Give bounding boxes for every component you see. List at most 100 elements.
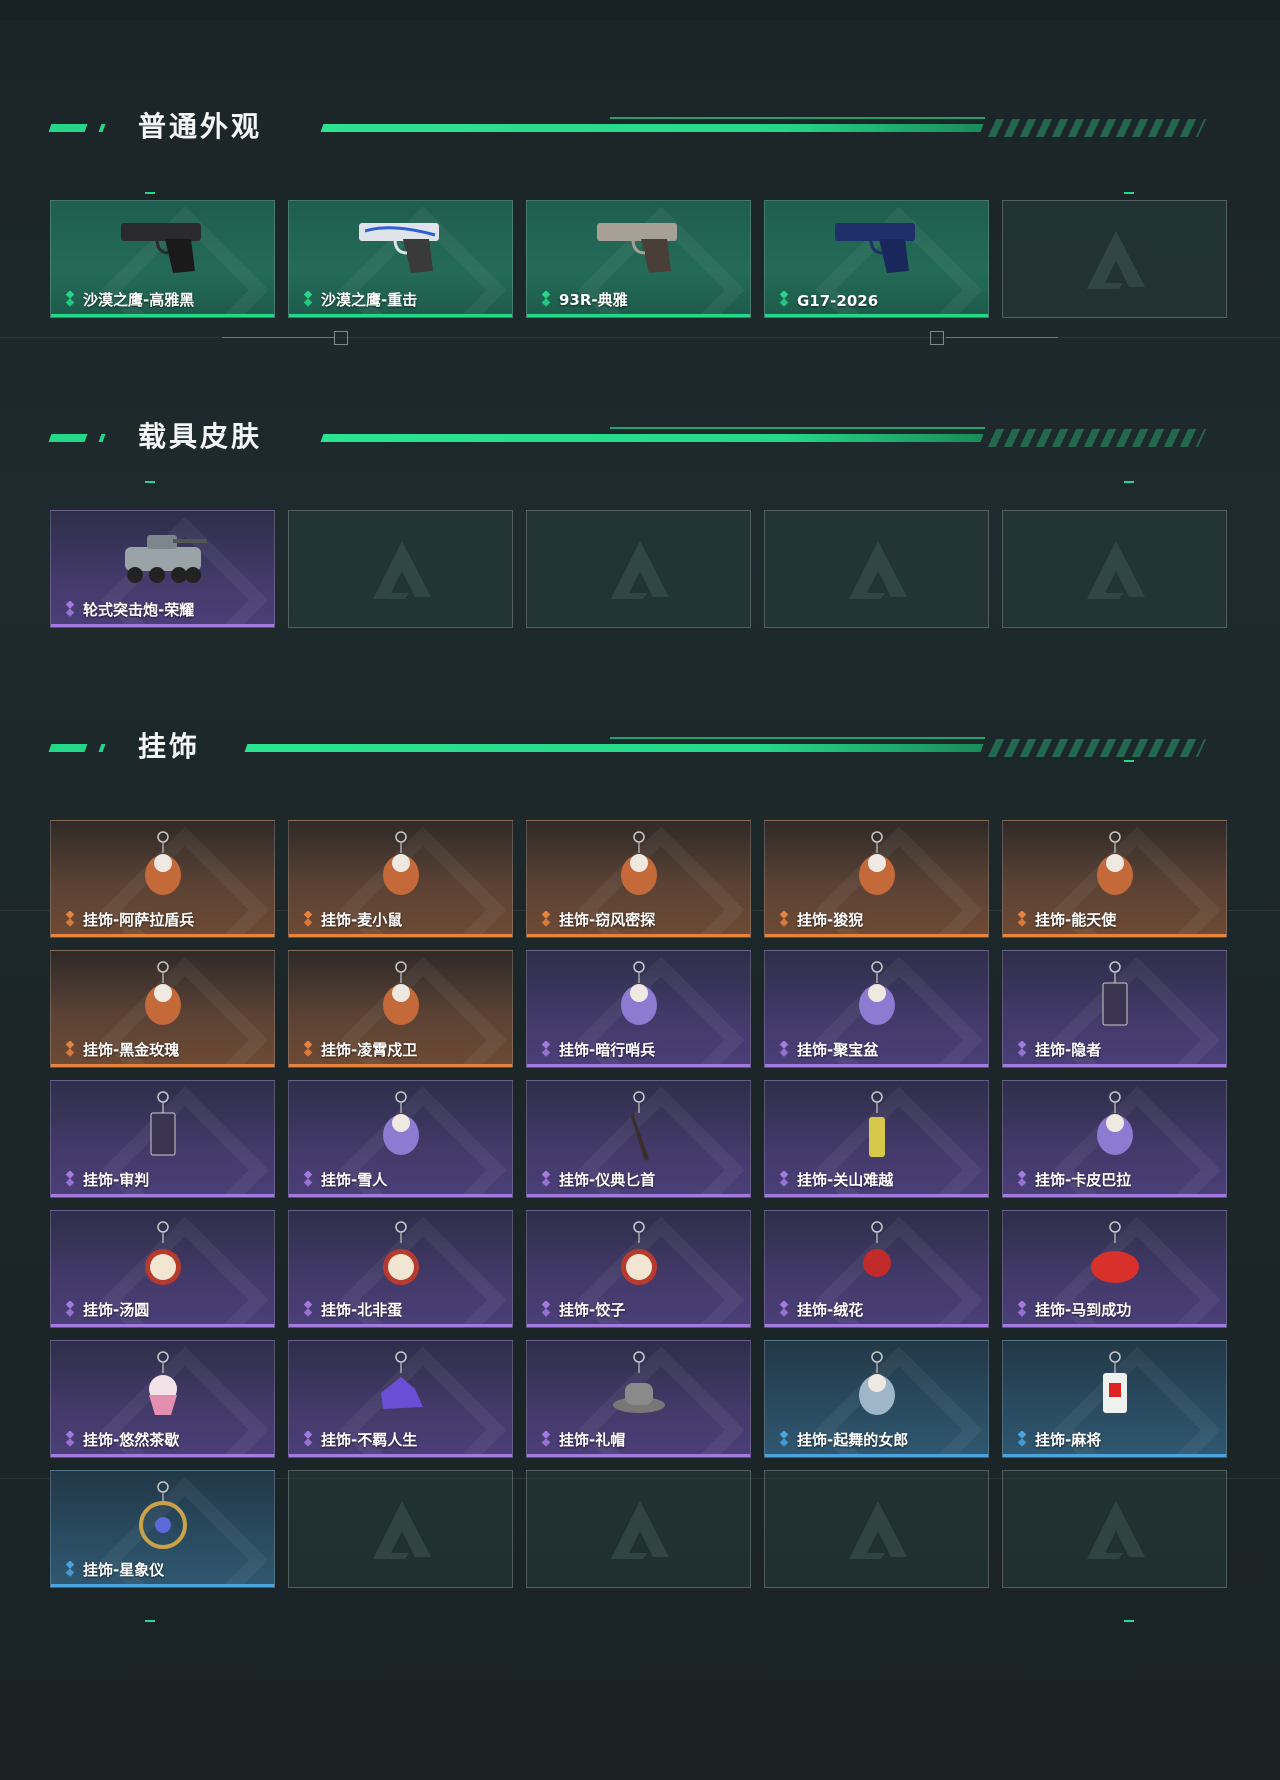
item-card[interactable]: 挂饰-暗行哨兵 (526, 950, 751, 1068)
section-title: 载具皮肤 (138, 420, 263, 453)
item-card[interactable]: 挂饰-饺子 (526, 1210, 751, 1328)
rarity-gem-icon (539, 1040, 555, 1057)
rarity-gem-icon (301, 910, 317, 927)
item-label: 挂饰-悠然茶歇 (83, 1431, 180, 1449)
rarity-gem-icon (301, 1040, 317, 1057)
item-label: 挂饰-能天使 (1035, 911, 1117, 929)
corner-tick (1124, 1620, 1134, 1622)
header-dash (48, 434, 88, 442)
item-label: G17-2026 (797, 292, 879, 310)
charm-dancer-icon (827, 1349, 927, 1429)
item-label: 挂饰-汤圆 (83, 1301, 150, 1319)
item-label: 挂饰-聚宝盆 (797, 1041, 879, 1059)
empty-item-slot (1002, 510, 1227, 628)
item-card[interactable]: 挂饰-审判 (50, 1080, 275, 1198)
item-label: 挂饰-马到成功 (1035, 1301, 1132, 1319)
charm-yellow-tube-icon (827, 1089, 927, 1169)
item-label: 挂饰-雪人 (321, 1171, 388, 1189)
empty-slot-logo-icon (845, 1497, 911, 1563)
rarity-gem-icon (777, 290, 793, 307)
item-card[interactable]: 挂饰-麦小鼠 (288, 820, 513, 938)
item-card[interactable]: 挂饰-悠然茶歇 (50, 1340, 275, 1458)
item-label: 挂饰-暗行哨兵 (559, 1041, 656, 1059)
section-header: 挂饰 (0, 727, 1280, 767)
rarity-underline (1003, 1324, 1226, 1327)
item-card[interactable]: 挂饰-聚宝盆 (764, 950, 989, 1068)
header-bar-thin (610, 737, 985, 739)
item-label: 挂饰-北非蛋 (321, 1301, 403, 1319)
charm-hermit-card-icon (1065, 959, 1165, 1039)
charm-snowman-icon (351, 1089, 451, 1169)
rarity-underline (289, 314, 512, 317)
timeline-square (930, 331, 944, 345)
header-dash (48, 744, 88, 752)
rarity-gem-icon (777, 1170, 793, 1187)
empty-slot-logo-icon (369, 537, 435, 603)
divider-line (0, 337, 1280, 338)
charm-velvet-flower-icon (827, 1219, 927, 1299)
charm-hat-icon (589, 1349, 689, 1429)
item-card[interactable]: G17-2026 (764, 200, 989, 318)
item-card[interactable]: 挂饰-卡皮巴拉 (1002, 1080, 1227, 1198)
rarity-gem-icon (539, 1300, 555, 1317)
item-card[interactable]: 挂饰-狻猊 (764, 820, 989, 938)
corner-tick (145, 192, 155, 194)
item-card[interactable]: 93R-典雅 (526, 200, 751, 318)
charm-black-rose-icon (113, 959, 213, 1039)
rarity-gem-icon (301, 1430, 317, 1447)
item-card[interactable]: 挂饰-黑金玫瑰 (50, 950, 275, 1068)
rarity-gem-icon (301, 1300, 317, 1317)
item-card[interactable]: 挂饰-能天使 (1002, 820, 1227, 938)
item-card[interactable]: 挂饰-窃风密探 (526, 820, 751, 938)
rarity-underline (289, 1454, 512, 1457)
header-bar-thin (610, 117, 985, 119)
empty-item-slot (526, 1470, 751, 1588)
item-card[interactable]: 挂饰-星象仪 (50, 1470, 275, 1588)
rarity-gem-icon (301, 1170, 317, 1187)
item-card[interactable]: 挂饰-关山难越 (764, 1080, 989, 1198)
item-card[interactable]: 挂饰-不羁人生 (288, 1340, 513, 1458)
rarity-gem-icon (1015, 910, 1031, 927)
item-card[interactable]: 挂饰-阿萨拉盾兵 (50, 820, 275, 938)
top-band (0, 0, 1280, 20)
rarity-gem-icon (777, 1040, 793, 1057)
charm-shield-soldier-icon (113, 829, 213, 909)
item-card[interactable]: 沙漠之鹰-高雅黑 (50, 200, 275, 318)
rarity-underline (1003, 1454, 1226, 1457)
item-card[interactable]: 挂饰-起舞的女郎 (764, 1340, 989, 1458)
empty-slot-logo-icon (607, 537, 673, 603)
rarity-gem-icon (777, 1430, 793, 1447)
item-label: 挂饰-仪典匕首 (559, 1171, 656, 1189)
charm-dagger-icon (589, 1089, 689, 1169)
pistol-g17-blue-icon (827, 209, 927, 289)
item-card[interactable]: 挂饰-汤圆 (50, 1210, 275, 1328)
item-card[interactable]: 挂饰-北非蛋 (288, 1210, 513, 1328)
item-card[interactable]: 挂饰-雪人 (288, 1080, 513, 1198)
charm-judgement-card-icon (113, 1089, 213, 1169)
rarity-underline (289, 934, 512, 937)
rarity-underline (289, 1324, 512, 1327)
item-label: 沙漠之鹰-高雅黑 (83, 291, 195, 309)
charm-sentinel-icon (589, 959, 689, 1039)
item-card[interactable]: 沙漠之鹰-重击 (288, 200, 513, 318)
item-card[interactable]: 轮式突击炮-荣耀 (50, 510, 275, 628)
pistol-93r-icon (589, 209, 689, 289)
corner-tick (145, 1620, 155, 1622)
rarity-gem-icon (1015, 1040, 1031, 1057)
item-card[interactable]: 挂饰-仪典匕首 (526, 1080, 751, 1198)
item-card[interactable]: 挂饰-礼帽 (526, 1340, 751, 1458)
header-bar-thin (610, 427, 985, 429)
item-card[interactable]: 挂饰-马到成功 (1002, 1210, 1227, 1328)
item-card[interactable]: 挂饰-隐者 (1002, 950, 1227, 1068)
item-label: 挂饰-凌霄戍卫 (321, 1041, 418, 1059)
item-card[interactable]: 挂饰-绒花 (764, 1210, 989, 1328)
item-card[interactable]: 挂饰-麻将 (1002, 1340, 1227, 1458)
charm-mahjong-icon (1065, 1349, 1165, 1429)
empty-slot-logo-icon (369, 1497, 435, 1563)
armored-vehicle-icon (113, 519, 213, 599)
item-card[interactable]: 挂饰-凌霄戍卫 (288, 950, 513, 1068)
rarity-gem-icon (63, 290, 79, 307)
rarity-underline (51, 1064, 274, 1067)
rarity-underline (527, 314, 750, 317)
section-charms: 挂饰 挂饰-阿萨拉盾兵 挂饰-麦小鼠 挂饰-窃风密探 挂饰-狻猊 挂饰-能天使挂饰-黑金… (0, 727, 1280, 1627)
